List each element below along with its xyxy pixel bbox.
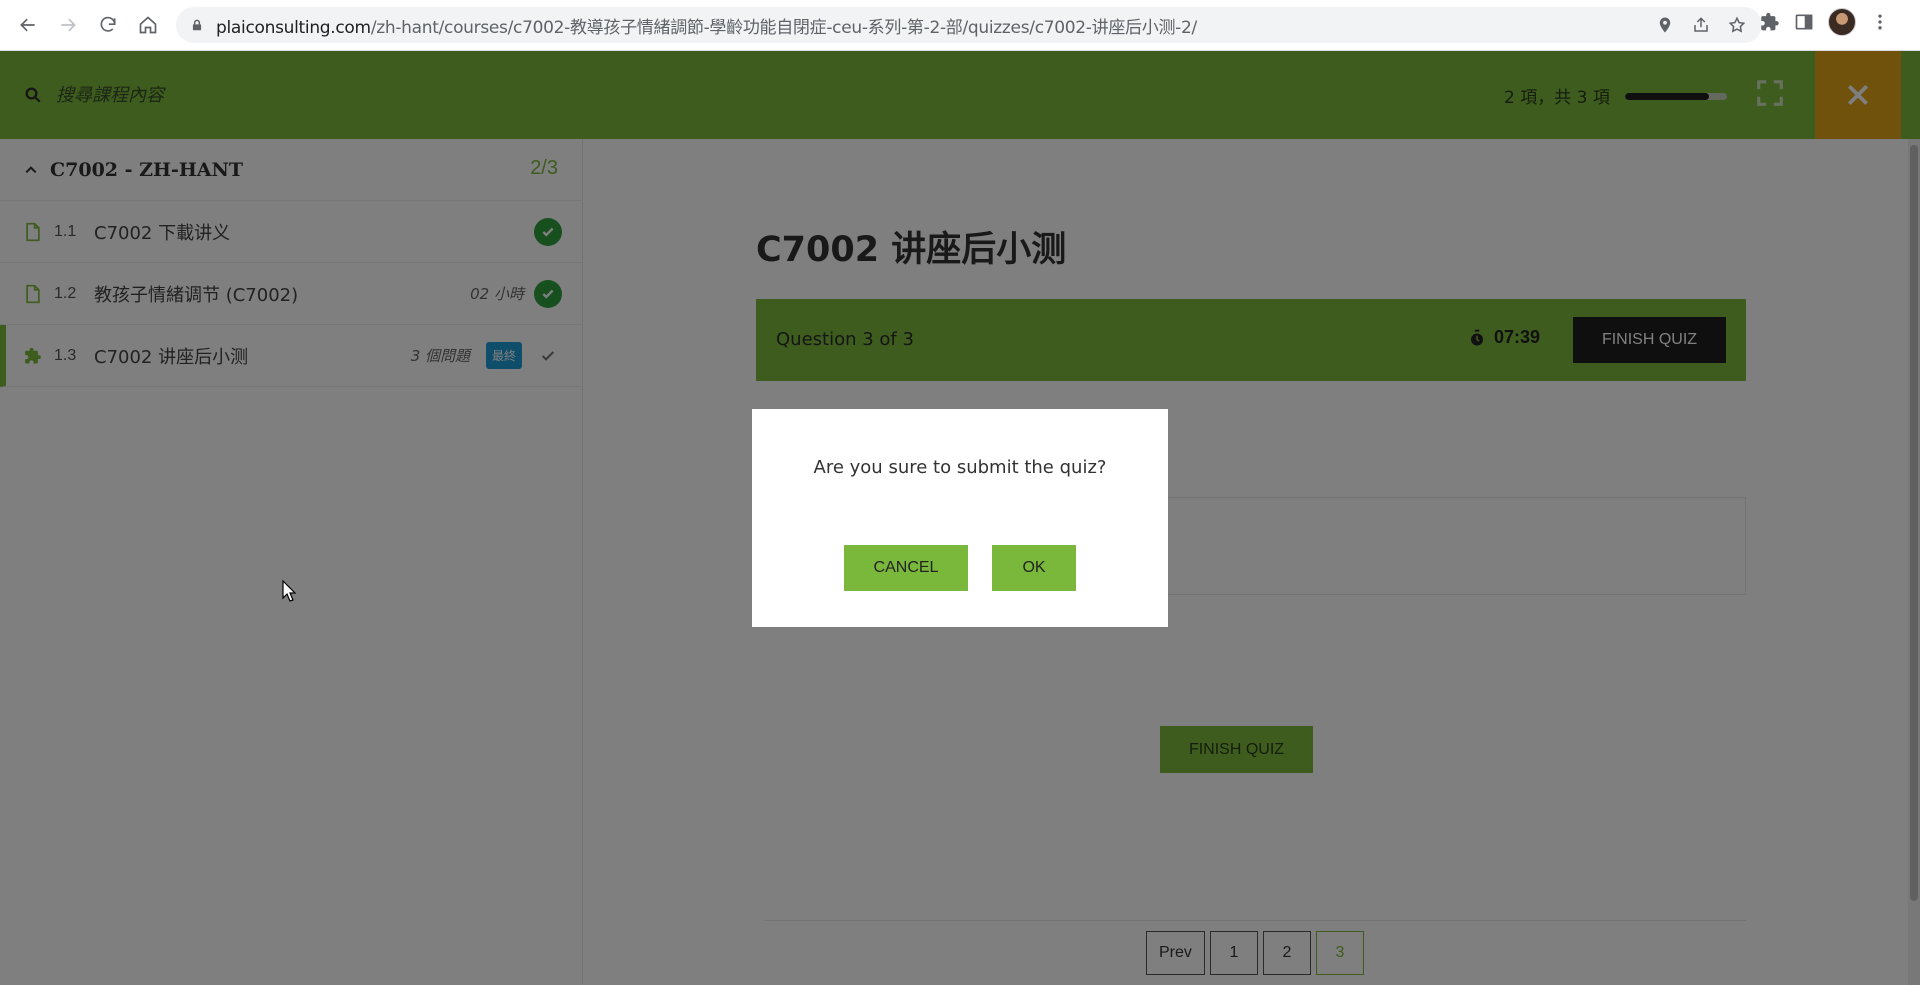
extensions-icon[interactable] — [1760, 12, 1780, 32]
url-path: /zh-hant/courses/c7002-教導孩子情緒調節-學齡功能自閉症-… — [370, 17, 1197, 38]
url-host: plaiconsulting.com — [216, 17, 371, 38]
url-text[interactable]: plaiconsulting.com/zh-hant/courses/c7002… — [216, 13, 1656, 38]
forward-icon[interactable] — [48, 5, 88, 45]
home-icon[interactable] — [128, 5, 168, 45]
cancel-button[interactable]: CANCEL — [844, 545, 968, 591]
browser-toolbar: plaiconsulting.com/zh-hant/courses/c7002… — [0, 0, 1920, 51]
back-icon[interactable] — [8, 5, 48, 45]
share-icon[interactable] — [1692, 16, 1710, 34]
menu-icon[interactable] — [1870, 12, 1890, 32]
sidepanel-icon[interactable] — [1794, 12, 1814, 32]
profile-avatar[interactable] — [1828, 8, 1856, 36]
mouse-cursor-icon — [282, 580, 296, 602]
dialog-message: Are you sure to submit the quiz? — [813, 457, 1107, 478]
ok-button[interactable]: OK — [992, 545, 1076, 591]
star-icon[interactable] — [1728, 16, 1746, 34]
reload-icon[interactable] — [88, 5, 128, 45]
lock-icon[interactable] — [190, 18, 204, 32]
location-icon[interactable] — [1656, 16, 1674, 34]
address-bar[interactable]: plaiconsulting.com/zh-hant/courses/c7002… — [176, 7, 1762, 43]
confirm-submit-dialog: Are you sure to submit the quiz? CANCEL … — [752, 409, 1168, 627]
